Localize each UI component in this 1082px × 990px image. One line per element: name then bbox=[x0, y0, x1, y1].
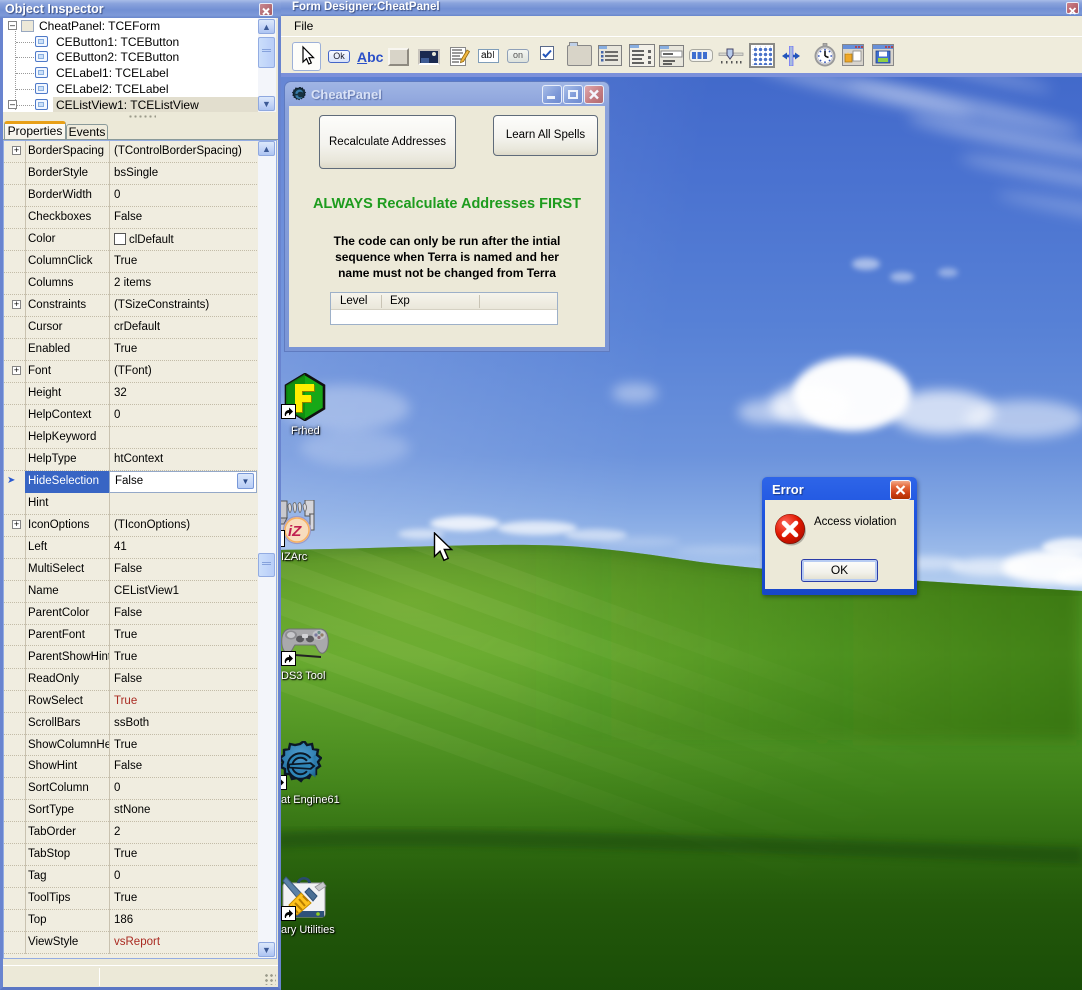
svg-text:iZ: iZ bbox=[288, 523, 302, 540]
